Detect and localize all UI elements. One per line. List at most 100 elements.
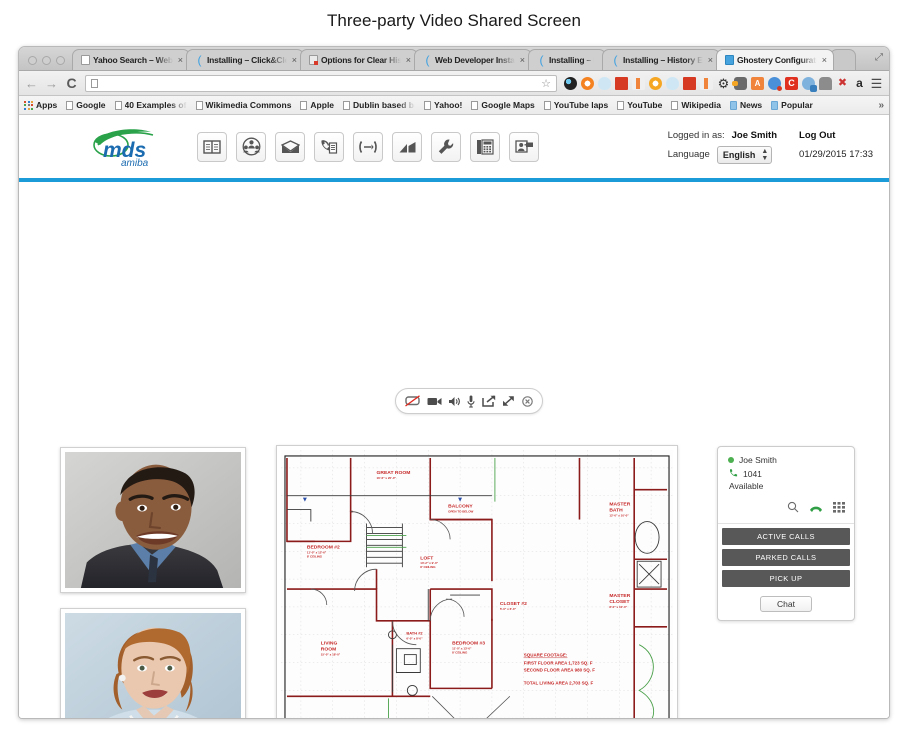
forward-icon[interactable]: → [45,76,58,91]
browser-tab-2[interactable]: ( Installing – Click&Clean × [186,49,304,70]
gear-icon[interactable]: ⚙ [717,77,730,90]
window-controls[interactable] [23,56,72,70]
bookmark-google-maps[interactable]: Google Maps [471,100,535,110]
bookmark-star-icon[interactable]: ☆ [541,77,551,90]
maximize-icon[interactable]: ⤢ [875,52,883,63]
close-icon[interactable]: × [178,55,183,65]
bookmark-label: Yahoo! [434,100,463,110]
page-icon [91,78,98,88]
shared-screen-blueprint[interactable]: GREAT ROOM 16'-6" x 20'-0" BALCONY OPEN … [276,445,678,718]
bookmark-label: Dublin based bespo [353,100,415,110]
close-icon[interactable]: × [292,55,297,65]
curve-icon: ( [539,53,544,67]
svg-text:OPEN TO BELOW: OPEN TO BELOW [448,510,473,514]
book-red-icon[interactable] [615,76,628,90]
usb-icon[interactable] [732,76,747,90]
browser-tab-4[interactable]: ( Web Developer Installed × [414,49,532,70]
video-contact-icon[interactable] [509,131,539,162]
microphone-icon[interactable] [467,395,476,408]
phone-icon [729,468,738,479]
participant-video-2[interactable] [60,608,246,718]
call-log-icon[interactable] [314,131,344,162]
translate-icon[interactable]: A [751,76,764,90]
account-info: Logged in as: Joe Smith Log Out Language… [668,130,873,164]
statistics-icon[interactable] [392,131,422,162]
logged-in-label: Logged in as: [667,129,725,141]
participant-video-1[interactable] [60,447,246,593]
app-stage: GREAT ROOM 16'-6" x 20'-0" BALCONY OPEN … [19,182,889,718]
page-icon [195,100,203,110]
bookmark-news[interactable]: News [729,100,762,110]
language-select[interactable]: English ▲ ▼ [716,145,773,164]
ghost-icon[interactable] [819,76,832,90]
contact-name: Joe Smith [739,455,777,465]
browser-tab-6[interactable]: ( Installing – History Eras × [602,49,720,70]
close-icon[interactable]: × [520,55,525,65]
bookmark-google[interactable]: Google [66,100,106,110]
close-icon[interactable]: × [708,55,713,65]
page-icon [300,100,308,110]
directory-icon[interactable] [197,131,227,162]
ghostery-icon[interactable] [802,76,817,92]
bookmark-apple[interactable]: Apple [300,100,334,110]
bookmarks-overflow-icon[interactable]: » [878,100,884,111]
orange-ring-icon[interactable] [649,76,662,90]
share-out-icon[interactable] [482,395,496,407]
mail-icon[interactable] [275,131,305,162]
call-transfer-icon[interactable] [353,131,383,162]
cloud-blue-icon[interactable] [666,76,679,90]
zoom-window-button[interactable] [56,56,65,65]
bookmark-dublin-based[interactable]: Dublin based bespo [343,100,415,110]
book-red-2-icon[interactable] [683,76,696,90]
end-call-icon[interactable] [521,395,533,407]
fullscreen-icon[interactable] [502,395,515,407]
bookmark-yahoo[interactable]: Yahoo! [424,100,462,110]
page-icon [671,100,679,110]
bookmark-youtube-laps[interactable]: YouTube laps [543,100,608,110]
close-icon[interactable]: × [406,55,411,65]
bowtie-icon[interactable]: ✖ [836,77,849,90]
video-camera-icon[interactable] [427,396,442,407]
settings-wrench-icon[interactable] [431,131,461,162]
bookmark-40-examples[interactable]: 40 Examples of stun [114,100,187,110]
eyedropper-2-icon[interactable] [700,76,713,90]
logout-link[interactable]: Log Out [799,130,873,141]
section-parked-calls[interactable]: PARKED CALLS [722,549,850,566]
bookmark-wikimedia-commons[interactable]: Wikimedia Commons [195,100,291,110]
search-icon[interactable] [787,500,799,518]
keypad-icon[interactable] [833,500,845,518]
eyedropper-icon[interactable] [632,76,645,90]
close-icon[interactable]: × [822,55,827,65]
chrome-menu-icon[interactable]: ☰ [870,77,883,90]
reload-icon[interactable]: C [65,75,78,91]
bookmark-apps[interactable]: Apps [24,100,57,110]
person-x-icon[interactable] [768,76,782,91]
browser-tab-3[interactable]: Options for Clear Histor × [300,49,418,70]
bookmark-label: Apps [36,100,58,110]
browser-tab-5[interactable]: ( Installing – Histo [528,49,606,70]
close-window-button[interactable] [28,56,37,65]
cloud-icon[interactable] [598,76,611,90]
chat-button[interactable]: Chat [760,596,812,612]
bookmark-wikipedia[interactable]: Wikipedia [671,100,721,110]
avast-icon[interactable] [564,76,577,90]
section-pick-up[interactable]: PICK UP [722,570,850,587]
bookmark-youtube[interactable]: YouTube [617,100,662,110]
back-icon[interactable]: ← [25,76,38,91]
browser-tab-7[interactable]: Ghostery Configuration × [716,49,834,70]
c-letter-icon[interactable]: C [785,76,798,90]
amazon-icon[interactable]: a [853,76,866,90]
firefox-orange-icon[interactable] [581,76,594,90]
section-active-calls[interactable]: ACTIVE CALLS [722,528,850,545]
address-bar[interactable]: ☆ [85,74,557,92]
hangup-icon[interactable] [809,500,823,518]
desk-phone-icon[interactable] [470,131,500,162]
speaker-icon[interactable] [448,396,461,407]
bookmark-popular[interactable]: Popular [771,100,813,110]
minimize-window-button[interactable] [42,56,51,65]
blue-icon [725,55,734,65]
browser-tab-1[interactable]: Yahoo Search – Web Sea × [72,49,190,70]
conference-icon[interactable] [236,131,266,162]
screen-share-off-icon[interactable] [405,395,421,407]
svg-text:amiba: amiba [121,158,149,168]
